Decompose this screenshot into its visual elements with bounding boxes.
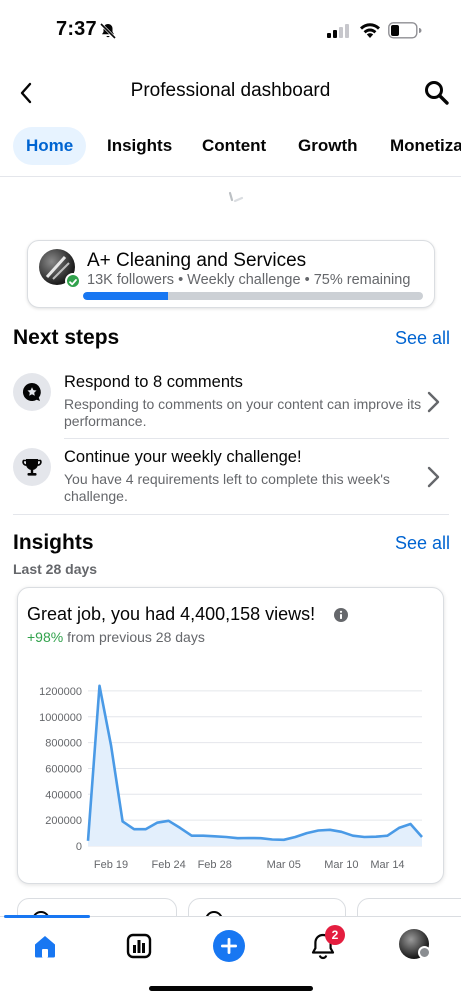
step-title: Continue your weekly challenge! bbox=[64, 448, 302, 466]
tab-growth[interactable]: Growth bbox=[285, 127, 371, 165]
wifi-icon bbox=[360, 23, 380, 38]
page-title: Professional dashboard bbox=[130, 80, 331, 101]
views-headline: Great job, you had 4,400,158 views! bbox=[27, 604, 316, 624]
step-divider bbox=[64, 438, 449, 439]
views-area-fill bbox=[88, 685, 422, 846]
home-indicator bbox=[149, 986, 313, 991]
views-insight-card[interactable]: Great job, you had 4,400,158 views! +98%… bbox=[17, 587, 444, 884]
step-description: Responding to comments on your content c… bbox=[64, 396, 422, 429]
views-series-line bbox=[86, 684, 423, 842]
tab-content[interactable]: Content bbox=[189, 127, 279, 165]
menu-badge-icon bbox=[418, 946, 431, 959]
challenge-progress-fill bbox=[83, 292, 168, 300]
y-tick-label: 600000 bbox=[45, 763, 82, 775]
next-steps-title: Next steps bbox=[13, 326, 120, 349]
y-tick-label: 400000 bbox=[45, 789, 82, 801]
create-plus-icon[interactable] bbox=[212, 929, 246, 963]
step-title: Respond to 8 comments bbox=[64, 373, 243, 391]
status-time: 7:37 bbox=[56, 18, 97, 40]
insights-title: Insights bbox=[13, 531, 94, 554]
challenge-progress-bar bbox=[83, 292, 423, 300]
page-meta: 13K followers • Weekly challenge • 75% r… bbox=[87, 272, 411, 288]
insight-mini-card[interactable] bbox=[188, 898, 346, 918]
comment-star-icon bbox=[13, 373, 51, 411]
chevron-right-icon bbox=[427, 466, 440, 488]
active-tab-indicator bbox=[4, 915, 90, 918]
x-tick-label: Mar 10 bbox=[324, 859, 358, 871]
y-tick-label: 0 bbox=[76, 841, 82, 853]
page-challenge-card[interactable]: A+ Cleaning and Services 13K followers •… bbox=[27, 240, 435, 308]
verified-check-icon bbox=[65, 273, 81, 289]
views-change: +98% from previous 28 days bbox=[27, 629, 205, 645]
home-icon[interactable] bbox=[28, 929, 62, 963]
loading-spinner-icon bbox=[228, 191, 244, 203]
next-steps-see-all-link[interactable]: See all bbox=[395, 328, 450, 349]
insights-chart-icon[interactable] bbox=[122, 929, 156, 963]
tabs-divider bbox=[0, 176, 461, 177]
next-step-item[interactable]: Continue your weekly challenge! You have… bbox=[13, 448, 449, 506]
y-tick-label: 200000 bbox=[45, 815, 82, 827]
cellular-signal-icon bbox=[327, 24, 349, 38]
views-change-percent: +98% bbox=[27, 629, 64, 645]
views-change-text: from previous 28 days bbox=[63, 629, 205, 645]
x-tick-label: Mar 14 bbox=[370, 859, 404, 871]
status-bar: 7:37 bbox=[0, 0, 461, 60]
trophy-icon bbox=[13, 448, 51, 486]
search-icon[interactable] bbox=[422, 78, 452, 108]
step-description: You have 4 requirements left to complete… bbox=[64, 471, 390, 504]
views-chart: 0 200000 400000 600000 800000 1000000 1200000 F… bbox=[39, 684, 423, 871]
notification-count-badge: 2 bbox=[325, 925, 345, 945]
y-tick-label: 1000000 bbox=[39, 712, 82, 724]
info-icon[interactable] bbox=[334, 608, 348, 622]
x-tick-label: Feb 19 bbox=[94, 859, 128, 871]
page-name: A+ Cleaning and Services bbox=[87, 250, 307, 271]
dashboard-tabs: Home Insights Content Growth Monetiza bbox=[0, 127, 461, 167]
x-tick-label: Mar 05 bbox=[267, 859, 301, 871]
insights-period: Last 28 days bbox=[13, 561, 98, 577]
page-avatar bbox=[39, 249, 81, 289]
x-tick-label: Feb 24 bbox=[151, 859, 185, 871]
bell-muted-icon bbox=[99, 22, 117, 40]
tab-insights[interactable]: Insights bbox=[94, 127, 185, 165]
top-navigation: Professional dashboard bbox=[0, 72, 461, 112]
section-divider bbox=[13, 514, 449, 515]
insights-see-all-link[interactable]: See all bbox=[395, 533, 450, 554]
tab-home[interactable]: Home bbox=[13, 127, 87, 165]
chevron-right-icon bbox=[427, 391, 440, 413]
next-step-item[interactable]: Respond to 8 comments Responding to comm… bbox=[13, 373, 449, 431]
insight-mini-card[interactable] bbox=[357, 898, 461, 918]
x-tick-label: Feb 28 bbox=[198, 859, 232, 871]
y-tick-label: 800000 bbox=[45, 738, 82, 750]
y-tick-label: 1200000 bbox=[39, 686, 82, 698]
tab-monetization[interactable]: Monetiza bbox=[377, 127, 461, 165]
battery-icon bbox=[388, 22, 422, 39]
